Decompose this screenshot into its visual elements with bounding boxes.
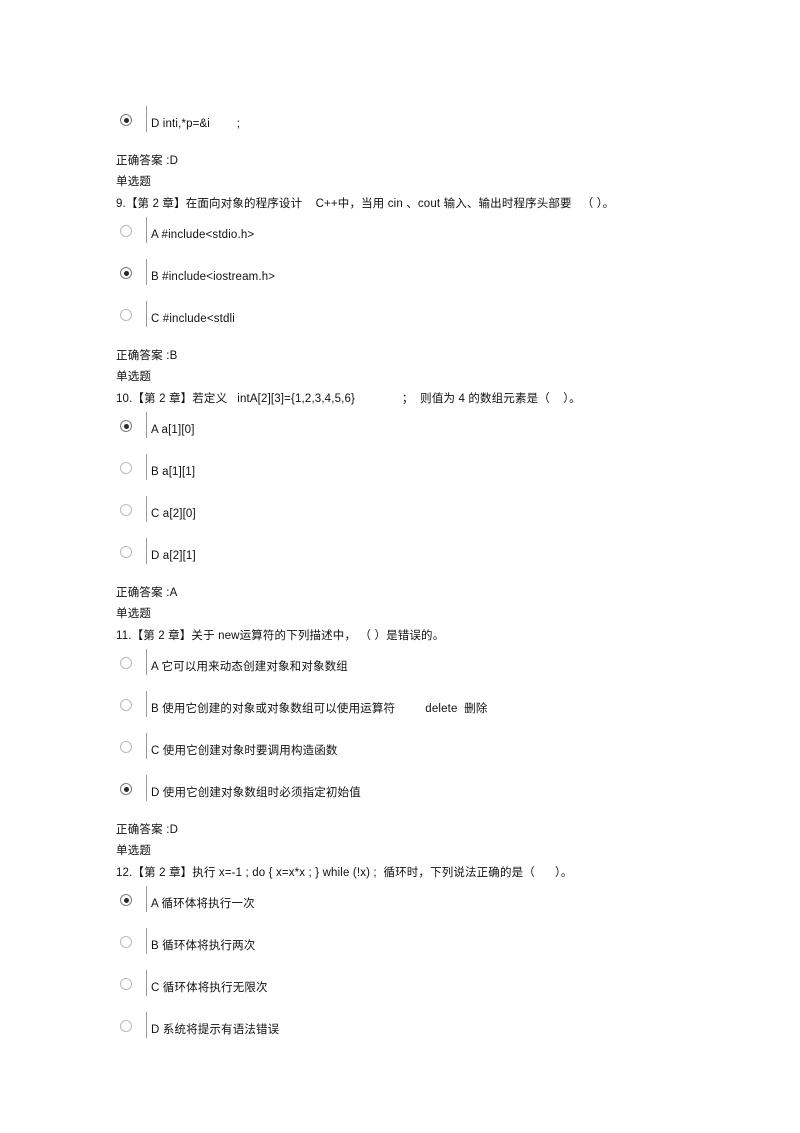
question-block-10: 10.【第 2 章】若定义 intA[2][3]={1,2,3,4,5,6} ；…	[116, 389, 776, 625]
radio-button-unselected[interactable]	[120, 309, 132, 321]
option-label: B #include<iostream.h>	[151, 271, 276, 283]
option-divider	[146, 775, 147, 801]
radio-button-unselected[interactable]	[120, 546, 132, 558]
question-block-11: 11.【第 2 章】关于 new运算符的下列描述中， （ ）是错误的。 A 它可…	[116, 626, 776, 862]
question-stem: 9.【第 2 章】在面向对象的程序设计 C++中，当用 cin 、cout 输入…	[116, 198, 615, 210]
option-row[interactable]: B 使用它创建的对象或对象数组可以使用运算符 delete 删除	[116, 689, 776, 731]
option-body: A #include<stdio.h>	[146, 215, 254, 243]
option-label: B a[1][1]	[151, 466, 196, 478]
option-divider	[146, 691, 147, 717]
option-row[interactable]: C 使用它创建对象时要调用构造函数	[116, 731, 776, 773]
option-body: A 它可以用来动态创建对象和对象数组	[146, 647, 348, 675]
option-body: B 使用它创建的对象或对象数组可以使用运算符 delete 删除	[146, 689, 488, 717]
option-body: A 循环体将执行一次	[146, 884, 255, 912]
option-row[interactable]: A a[1][0]	[116, 410, 776, 452]
question-type-line: 单选题	[116, 371, 152, 383]
question-block-12: 12.【第 2 章】执行 x=-1 ; do { x=x*x ; } while…	[116, 863, 776, 1052]
radio-button-selected[interactable]	[120, 420, 132, 432]
option-body: D inti,*p=&i ;	[146, 104, 240, 132]
radio-button-unselected[interactable]	[120, 1020, 132, 1032]
option-divider	[146, 412, 147, 438]
option-label: A 循环体将执行一次	[151, 898, 255, 910]
question-type-line: 单选题	[116, 176, 152, 188]
option-row[interactable]: A #include<stdio.h>	[116, 215, 776, 257]
option-label: D 系统将提示有语法错误	[151, 1024, 280, 1036]
option-body: D 使用它创建对象数组时必须指定初始值	[146, 773, 361, 801]
correct-answer-line: 正确答案 :D	[116, 824, 179, 836]
option-label: A a[1][0]	[151, 424, 195, 436]
option-label: D inti,*p=&i ;	[151, 118, 241, 130]
option-row[interactable]: B 循环体将执行两次	[116, 926, 776, 968]
option-body: D a[2][1]	[146, 536, 196, 564]
option-body: B #include<iostream.h>	[146, 257, 275, 285]
option-row[interactable]: B #include<iostream.h>	[116, 257, 776, 299]
option-label: A #include<stdio.h>	[151, 229, 255, 241]
correct-answer-line: 正确答案 :A	[116, 587, 178, 599]
option-row[interactable]: D 系统将提示有语法错误	[116, 1010, 776, 1052]
option-divider	[146, 649, 147, 675]
radio-button-selected[interactable]	[120, 894, 132, 906]
option-label: B 使用它创建的对象或对象数组可以使用运算符 delete 删除	[151, 703, 488, 715]
question-type-line: 单选题	[116, 608, 152, 620]
option-divider	[146, 454, 147, 480]
radio-button-unselected[interactable]	[120, 462, 132, 474]
document-page: D inti,*p=&i ; 正确答案 :D 单选题 9.【第 2 章】在面向对…	[0, 0, 800, 1133]
option-label: B 循环体将执行两次	[151, 940, 256, 952]
radio-button-unselected[interactable]	[120, 657, 132, 669]
radio-button-unselected[interactable]	[120, 978, 132, 990]
option-label: C #include<stdli	[151, 313, 235, 325]
option-label: C 循环体将执行无限次	[151, 982, 268, 994]
option-body: B a[1][1]	[146, 452, 195, 480]
option-divider	[146, 259, 147, 285]
option-divider	[146, 733, 147, 759]
option-row[interactable]: D inti,*p=&i ;	[116, 104, 776, 146]
option-body: C a[2][0]	[146, 494, 196, 522]
radio-button-unselected[interactable]	[120, 699, 132, 711]
correct-answer-line: 正确答案 :B	[116, 350, 178, 362]
option-row[interactable]: D 使用它创建对象数组时必须指定初始值	[116, 773, 776, 815]
option-row[interactable]: C a[2][0]	[116, 494, 776, 536]
question-type-line: 单选题	[116, 845, 152, 857]
option-divider	[146, 970, 147, 996]
option-row[interactable]: D a[2][1]	[116, 536, 776, 578]
option-row[interactable]: B a[1][1]	[116, 452, 776, 494]
radio-button-unselected[interactable]	[120, 225, 132, 237]
option-divider	[146, 928, 147, 954]
option-row[interactable]: C 循环体将执行无限次	[116, 968, 776, 1010]
correct-answer-line: 正确答案 :D	[116, 155, 179, 167]
option-body: B 循环体将执行两次	[146, 926, 255, 954]
option-label: D a[2][1]	[151, 550, 196, 562]
exam-content: D inti,*p=&i ; 正确答案 :D 单选题 9.【第 2 章】在面向对…	[116, 104, 776, 1052]
option-body: D 系统将提示有语法错误	[146, 1010, 279, 1038]
question-stem: 11.【第 2 章】关于 new运算符的下列描述中， （ ）是错误的。	[116, 630, 445, 642]
option-label: A 它可以用来动态创建对象和对象数组	[151, 661, 348, 673]
question-block-9: 9.【第 2 章】在面向对象的程序设计 C++中，当用 cin 、cout 输入…	[116, 194, 776, 388]
option-body: C 循环体将执行无限次	[146, 968, 268, 996]
radio-button-unselected[interactable]	[120, 504, 132, 516]
option-row[interactable]: C #include<stdli	[116, 299, 776, 341]
radio-button-selected[interactable]	[120, 267, 132, 279]
radio-button-selected[interactable]	[120, 114, 132, 126]
option-divider	[146, 496, 147, 522]
option-label: C a[2][0]	[151, 508, 196, 520]
option-row[interactable]: A 循环体将执行一次	[116, 884, 776, 926]
radio-button-unselected[interactable]	[120, 741, 132, 753]
option-body: C #include<stdli	[146, 299, 235, 327]
option-label: D 使用它创建对象数组时必须指定初始值	[151, 787, 361, 799]
radio-button-selected[interactable]	[120, 783, 132, 795]
option-divider	[146, 301, 147, 327]
question-stem: 12.【第 2 章】执行 x=-1 ; do { x=x*x ; } while…	[116, 867, 573, 879]
option-divider	[146, 886, 147, 912]
option-divider	[146, 217, 147, 243]
option-divider	[146, 538, 147, 564]
option-label: C 使用它创建对象时要调用构造函数	[151, 745, 338, 757]
option-divider	[146, 106, 147, 132]
question-stem: 10.【第 2 章】若定义 intA[2][3]={1,2,3,4,5,6} ；…	[116, 393, 581, 405]
radio-button-unselected[interactable]	[120, 936, 132, 948]
option-divider	[146, 1012, 147, 1038]
option-row[interactable]: A 它可以用来动态创建对象和对象数组	[116, 647, 776, 689]
option-body: A a[1][0]	[146, 410, 195, 438]
option-body: C 使用它创建对象时要调用构造函数	[146, 731, 338, 759]
